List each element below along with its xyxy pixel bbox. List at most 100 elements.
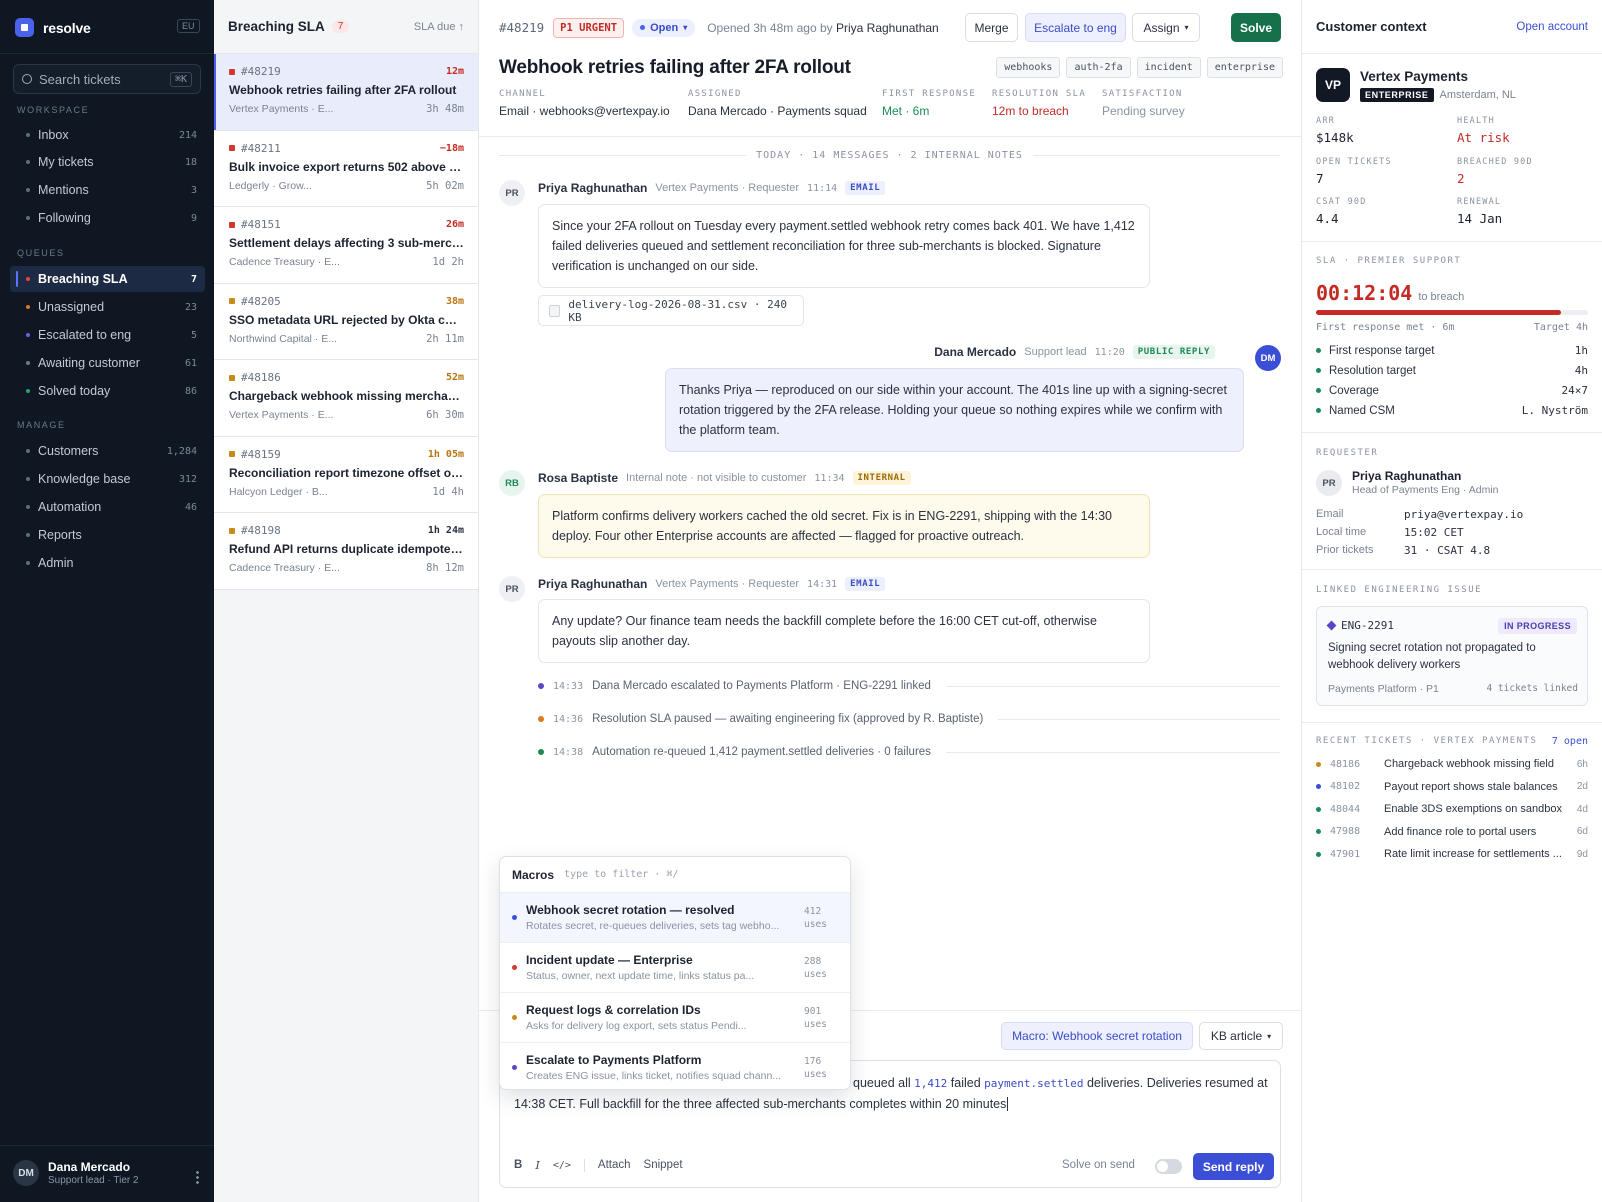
meta-key: ASSIGNED (688, 89, 742, 99)
customer-name[interactable]: Vertex Payments (1360, 69, 1468, 84)
code-button[interactable]: </> (553, 1160, 571, 1171)
ticket-id: #48219 (499, 20, 545, 35)
merge-button[interactable]: Merge (965, 13, 1018, 42)
timeline-event: 14:38 Automation re-queued 1,412 payment.… (538, 746, 1280, 758)
tag[interactable]: incident (1136, 57, 1201, 78)
macro-item[interactable]: Incident update — Enterprise Status, owne… (500, 943, 850, 993)
reply-badge: PUBLIC REPLY (1132, 345, 1215, 359)
sidebar-item-awaiting-customer[interactable]: Awaiting customer 61 (10, 350, 205, 376)
sidebar-item-reports[interactable]: Reports (10, 522, 205, 548)
recent-ticket-id: 48102 (1330, 781, 1361, 792)
current-user[interactable]: DM Dana Mercado Support lead · Tier 2 (13, 1160, 139, 1186)
sidebar-item-inbox[interactable]: Inbox 214 (10, 122, 205, 148)
sla-remaining: 26m (445, 219, 464, 230)
tag[interactable]: enterprise (1206, 57, 1283, 78)
macro-item[interactable]: Webhook secret rotation — resolved Rotate… (500, 893, 850, 943)
author-name[interactable]: Priya Raghunathan (538, 577, 647, 591)
nav-count: 9 (190, 212, 197, 224)
ticket-list-item[interactable]: #48186 52m Chargeback webhook missing merc… (214, 360, 478, 437)
meta-value: Pending survey (1102, 104, 1185, 118)
sidebar-item-admin[interactable]: Admin (10, 550, 205, 576)
sidebar-item-solved-today[interactable]: Solved today 86 (10, 378, 205, 404)
ticket-list-item[interactable]: #48198 1h 24m Refund API returns duplicate… (214, 513, 478, 590)
ticket-list: #48219 12m Webhook retries failing after 2… (214, 54, 478, 590)
brand[interactable]: resolve (15, 18, 91, 37)
ticket-list-item[interactable]: #48205 38m SSO metadata URL rejected by Ok… (214, 283, 478, 360)
snippet-button[interactable]: Snippet (644, 1159, 683, 1171)
ticket-list-item[interactable]: #48219 12m Webhook retries failing after 2… (214, 54, 478, 131)
open-account-link[interactable]: Open account (1516, 21, 1588, 33)
search-input[interactable]: Search tickets ⌘K (13, 64, 201, 94)
sort-button[interactable]: SLA due ↑ (414, 21, 464, 33)
linked-eng-issue[interactable]: ENG-2291 IN PROGRESS Signing secret rota… (1316, 606, 1588, 706)
recent-ticket-row[interactable]: 48102 Payout report shows stale balances 2… (1316, 781, 1588, 793)
requester-value[interactable]: priya@vertexpay.io (1404, 508, 1523, 521)
sidebar-item-unassigned[interactable]: Unassigned 23 (10, 294, 205, 320)
author-name[interactable]: Priya Raghunathan (538, 181, 647, 195)
sidebar-item-following[interactable]: Following 9 (10, 205, 205, 231)
priority-dot (229, 527, 235, 534)
requester-key: Prior tickets (1316, 544, 1374, 556)
sidebar-item-knowledge-base[interactable]: Knowledge base 312 (10, 466, 205, 492)
event-dot (538, 749, 544, 755)
day-separator-label: TODAY · 14 MESSAGES · 2 INTERNAL NOTES (756, 150, 1023, 161)
sidebar-item-automation[interactable]: Automation 46 (10, 494, 205, 520)
author-name[interactable]: Rosa Baptiste (538, 471, 618, 485)
customer-logo: VP (1316, 68, 1350, 102)
sidebar-item-my-tickets[interactable]: My tickets 18 (10, 149, 205, 175)
solve-on-send-toggle[interactable] (1155, 1159, 1182, 1174)
macro-item[interactable]: Escalate to Payments Platform Creates ENG… (500, 1043, 850, 1089)
sidebar-item-escalated[interactable]: Escalated to eng 5 (10, 322, 205, 348)
opened-by[interactable]: Priya Raghunathan (836, 21, 939, 35)
recent-ticket-row[interactable]: 48186 Chargeback webhook missing field 6h (1316, 758, 1588, 770)
attachment[interactable]: delivery-log-2026-08-31.csv · 240 KB (538, 295, 804, 326)
ticket-sub-row: Ledgerly · Grow... 5h 02m (229, 180, 464, 192)
bullet-icon (26, 533, 30, 537)
recent-ticket-row[interactable]: 47901 Rate limit increase for settlements… (1316, 848, 1588, 860)
stat-value: 2 (1457, 171, 1465, 186)
assign-dropdown[interactable]: Assign ▾ (1132, 13, 1200, 42)
ticket-list-item[interactable]: #48151 26m Settlement delays affecting 3 s… (214, 207, 478, 284)
sidebar: resolve EU Search tickets ⌘K WORKSPACE I… (0, 0, 214, 1202)
recent-ticket-row[interactable]: 47988 Add finance role to portal users 6d (1316, 826, 1588, 838)
requester-key: Local time (1316, 526, 1367, 538)
recent-ticket-row[interactable]: 48044 Enable 3DS exemptions on sandbox 4d (1316, 803, 1588, 815)
status-dropdown[interactable]: Open ▾ (632, 18, 696, 37)
priority-dot (229, 68, 235, 75)
solve-button[interactable]: Solve (1231, 13, 1281, 42)
ticket-list-item[interactable]: #48211 −18m Bulk invoice export returns 50… (214, 130, 478, 207)
macro-item[interactable]: Request logs & correlation IDs Asks for d… (500, 993, 850, 1043)
sidebar-item-customers[interactable]: Customers 1,284 (10, 438, 205, 464)
recent-ticket-age: 6h (1576, 758, 1588, 770)
ticket-id: #48211 (241, 141, 281, 155)
more-icon[interactable] (196, 1170, 199, 1184)
attach-button[interactable]: Attach (598, 1159, 631, 1171)
send-reply-button[interactable]: Send reply (1193, 1153, 1274, 1180)
priority-badge[interactable]: P1 URGENT (553, 17, 625, 38)
tag[interactable]: auth-2fa (1066, 57, 1131, 78)
sidebar-item-breaching-sla[interactable]: Breaching SLA 7 (10, 266, 205, 292)
tag[interactable]: webhooks (996, 57, 1061, 78)
bold-button[interactable]: B (514, 1159, 522, 1171)
author-name[interactable]: Dana Mercado (934, 345, 1016, 359)
escalate-button[interactable]: Escalate to eng (1025, 13, 1126, 42)
recent-open-link[interactable]: 7 open (1552, 736, 1588, 747)
requester-name[interactable]: Priya Raghunathan (1352, 469, 1461, 483)
event-dot (538, 716, 544, 722)
stat-value: At risk (1457, 130, 1510, 145)
macro-button[interactable]: Macro: Webhook secret rotation (1001, 1022, 1193, 1050)
message-time: 11:34 (814, 472, 845, 484)
ticket-org: Northwind Capital · E... (229, 332, 337, 345)
divider (583, 1158, 585, 1172)
kb-article-dropdown[interactable]: KB article ▾ (1199, 1022, 1283, 1050)
ticket-age: 8h 12m (426, 562, 464, 574)
meta-value[interactable]: Dana Mercado · Payments squad (688, 104, 867, 118)
ticket-list-item[interactable]: #48159 1h 05m Reconciliation report timezo… (214, 436, 478, 513)
app-name: resolve (43, 19, 91, 36)
italic-button[interactable]: I (535, 1158, 540, 1172)
timeline-event: 14:36 Resolution SLA paused — awaiting en… (538, 713, 1280, 725)
sidebar-item-mentions[interactable]: Mentions 3 (10, 177, 205, 203)
divider (1302, 241, 1602, 242)
macros-header[interactable]: Macros type to filter · ⌘/ (500, 857, 850, 893)
bullet-icon (26, 188, 30, 192)
